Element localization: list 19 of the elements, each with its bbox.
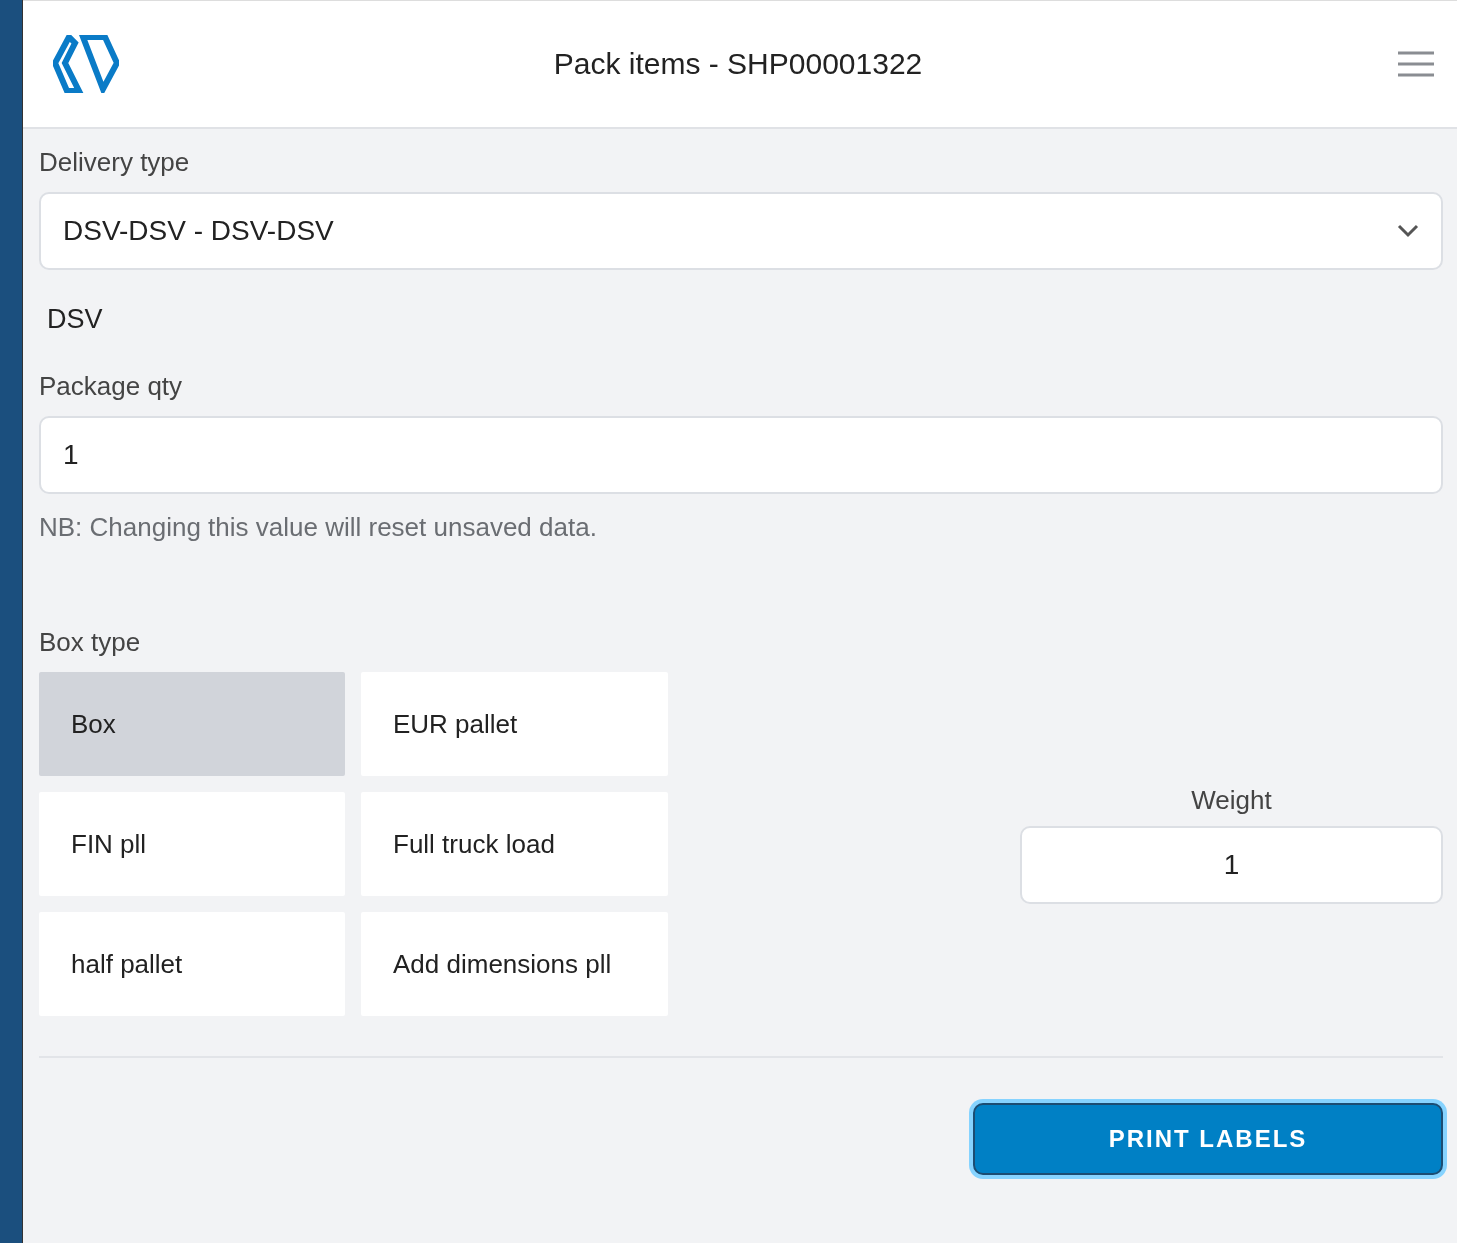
menu-icon[interactable] <box>1397 50 1435 78</box>
box-type-option[interactable]: EUR pallet <box>361 672 668 776</box>
box-type-option[interactable]: FIN pll <box>39 792 345 896</box>
field-label: Package qty <box>39 371 184 402</box>
carrier-name: DSV <box>47 304 104 335</box>
page-title: Pack items - SHP00001322 <box>552 47 924 81</box>
box-type-option[interactable]: half pallet <box>39 912 345 1016</box>
field-label: Weight <box>1191 784 1272 816</box>
logo-icon <box>53 35 119 93</box>
field-label: Box type <box>39 627 142 658</box>
package-qty-input[interactable]: 1 <box>39 416 1443 494</box>
box-type-option[interactable]: Add dimensions pll <box>361 912 668 1016</box>
box-type-option[interactable]: Full truck load <box>361 792 668 896</box>
weight-input[interactable]: 1 <box>1020 825 1443 904</box>
chevron-down-icon <box>1397 224 1419 238</box>
warning-note: NB: Changing this value will reset unsaved data. <box>39 512 598 543</box>
box-type-option[interactable]: Box <box>39 672 345 776</box>
field-label: Delivery type <box>39 147 191 178</box>
delivery-type-select[interactable]: DSV-DSV - DSV-DSV <box>39 192 1443 270</box>
